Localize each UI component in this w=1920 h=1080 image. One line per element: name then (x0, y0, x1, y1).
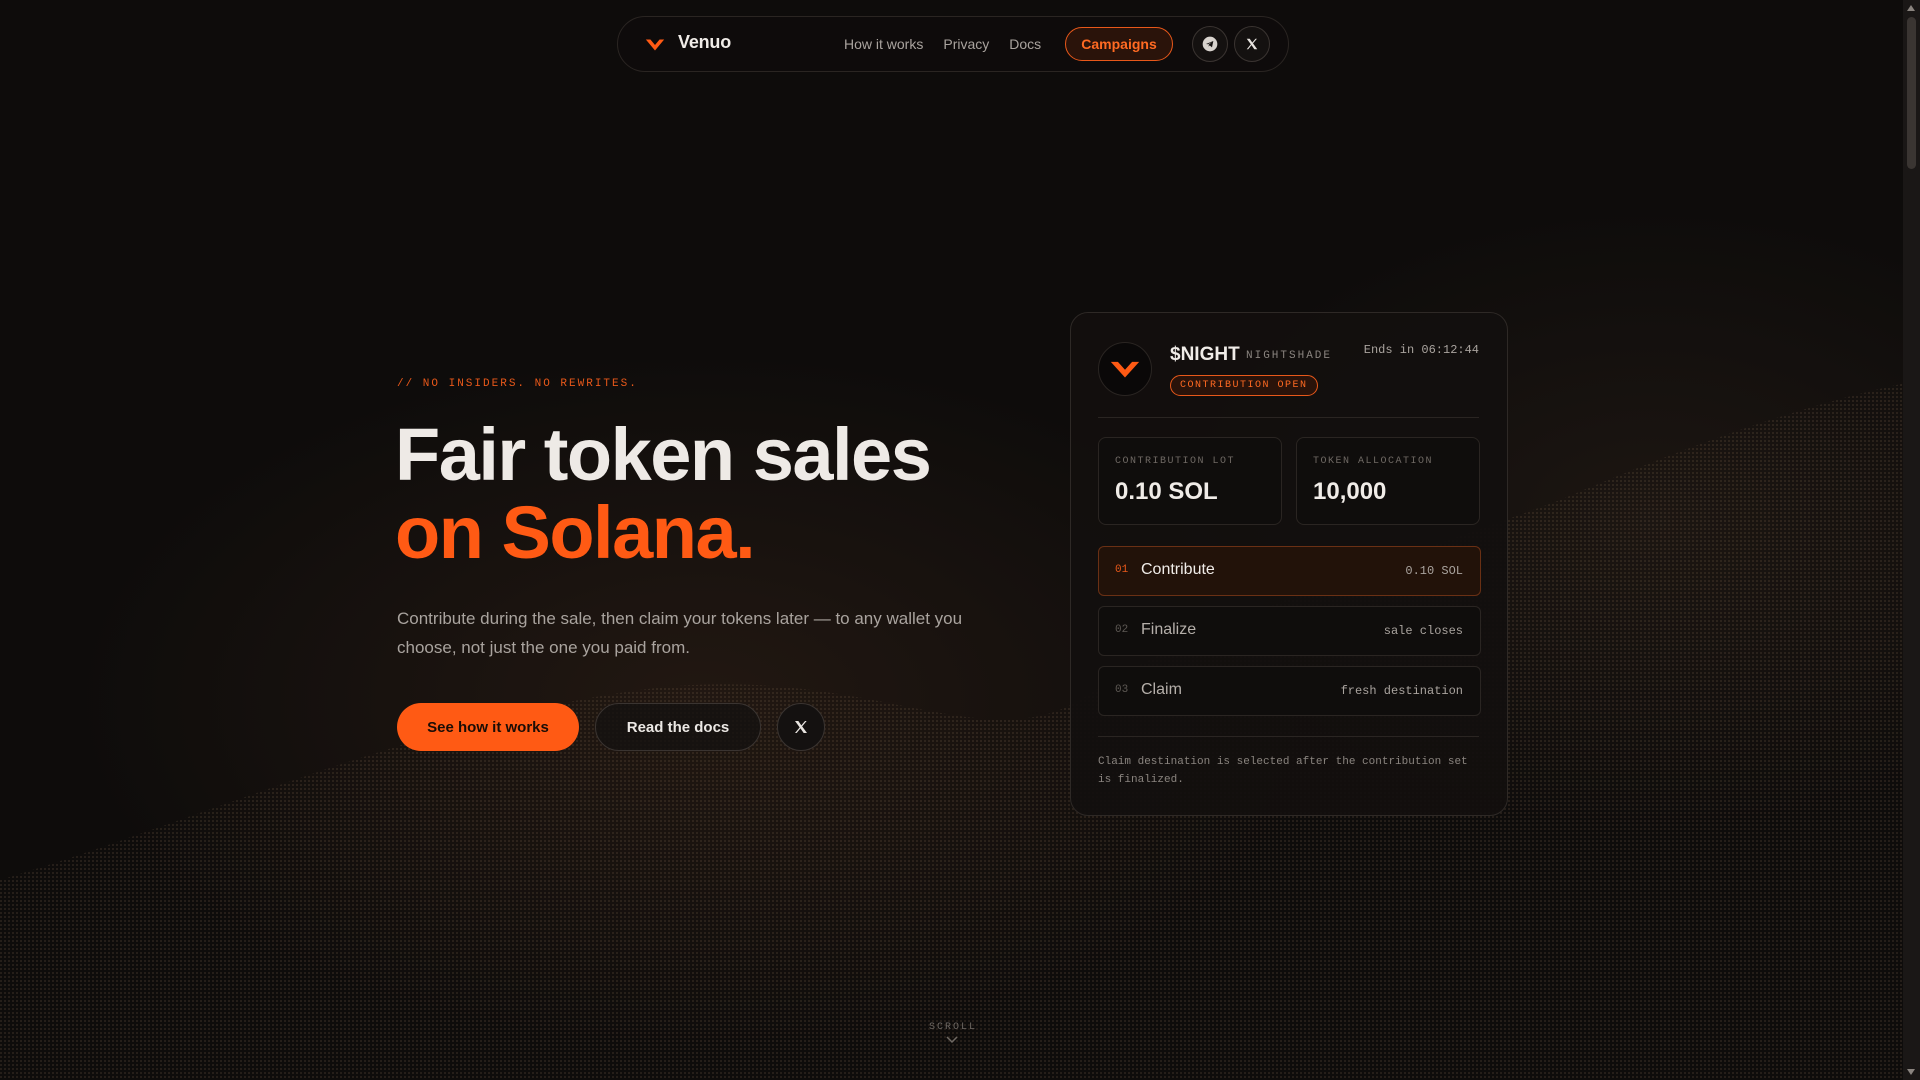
stat-value: 10,000 (1313, 478, 1387, 505)
scrollbar[interactable] (1903, 0, 1920, 1080)
nav-links: How it works Privacy Docs (844, 36, 1041, 52)
top-nav: Venuo How it works Privacy Docs Campaign… (617, 16, 1289, 72)
x-icon (795, 721, 807, 733)
card-note: Claim destination is selected after the … (1098, 756, 1468, 786)
venuo-logo-icon[interactable] (644, 34, 666, 56)
status-badge: CONTRIBUTION OPEN (1170, 375, 1318, 396)
stat-value: 0.10 SOL (1115, 478, 1218, 505)
telegram-icon (1202, 36, 1218, 52)
x-nav-button[interactable] (1234, 26, 1270, 62)
background-glow (0, 0, 1920, 1080)
step-number: 01 (1115, 564, 1129, 576)
step-number: 02 (1115, 624, 1129, 636)
step-name: Finalize (1141, 621, 1197, 638)
step-name: Contribute (1141, 561, 1215, 578)
step-meta: sale closes (1383, 624, 1463, 638)
stat-label: TOKEN ALLOCATION (1313, 456, 1434, 467)
x-icon (1246, 38, 1258, 50)
card-divider (1098, 736, 1479, 737)
step-meta: 0.10 SOL (1405, 564, 1463, 578)
hero-subtitle: Contribute during the sale, then claim y… (397, 609, 963, 657)
venuo-logo-icon (1110, 361, 1140, 378)
background-wave (0, 380, 1920, 1080)
countdown: Ends in 06:12:44 (1363, 343, 1479, 357)
campaign-card[interactable]: $NIGHT NIGHTSHADE CONTRIBUTION OPEN Ends… (1070, 312, 1508, 816)
step-meta: fresh destination (1340, 684, 1463, 698)
step-number: 03 (1115, 684, 1129, 696)
chevron-down-icon (946, 1036, 958, 1044)
card-divider (1098, 417, 1479, 418)
campaigns-button[interactable]: Campaigns (1065, 27, 1173, 61)
scroll-down-icon[interactable] (1907, 1069, 1915, 1075)
token-ticker: $NIGHT (1170, 344, 1240, 365)
stat-label: CONTRIBUTION LOT (1115, 456, 1236, 467)
step-claim[interactable]: 03 Claim fresh destination (1098, 666, 1481, 716)
read-the-docs-button[interactable]: Read the docs (595, 703, 761, 751)
hero-title-line2: on Solana. (395, 491, 756, 574)
step-name: Claim (1141, 681, 1182, 698)
scroll-up-icon[interactable] (1907, 5, 1915, 11)
nav-link-docs[interactable]: Docs (1009, 36, 1041, 52)
stat-contribution-lot: CONTRIBUTION LOT 0.10 SOL (1098, 437, 1282, 525)
token-avatar (1098, 342, 1152, 396)
nav-link-how-it-works[interactable]: How it works (844, 36, 923, 52)
scroll-label: SCROLL (929, 1022, 978, 1033)
x-hero-button[interactable] (777, 703, 825, 751)
hero-eyebrow: // NO INSIDERS. NO REWRITES. (397, 378, 638, 390)
stat-token-allocation: TOKEN ALLOCATION 10,000 (1296, 437, 1480, 525)
step-contribute[interactable]: 01 Contribute 0.10 SOL (1098, 546, 1481, 596)
scrollbar-thumb[interactable] (1907, 17, 1916, 169)
hero-title-line1: Fair token sales (395, 413, 932, 496)
hero-title: Fair token sales on Solana. (395, 413, 932, 574)
nav-link-privacy[interactable]: Privacy (943, 36, 989, 52)
telegram-button[interactable] (1192, 26, 1228, 62)
step-finalize[interactable]: 02 Finalize sale closes (1098, 606, 1481, 656)
see-how-it-works-button[interactable]: See how it works (397, 703, 579, 751)
brand-name[interactable]: Venuo (678, 32, 731, 53)
token-name: NIGHTSHADE (1246, 350, 1333, 362)
